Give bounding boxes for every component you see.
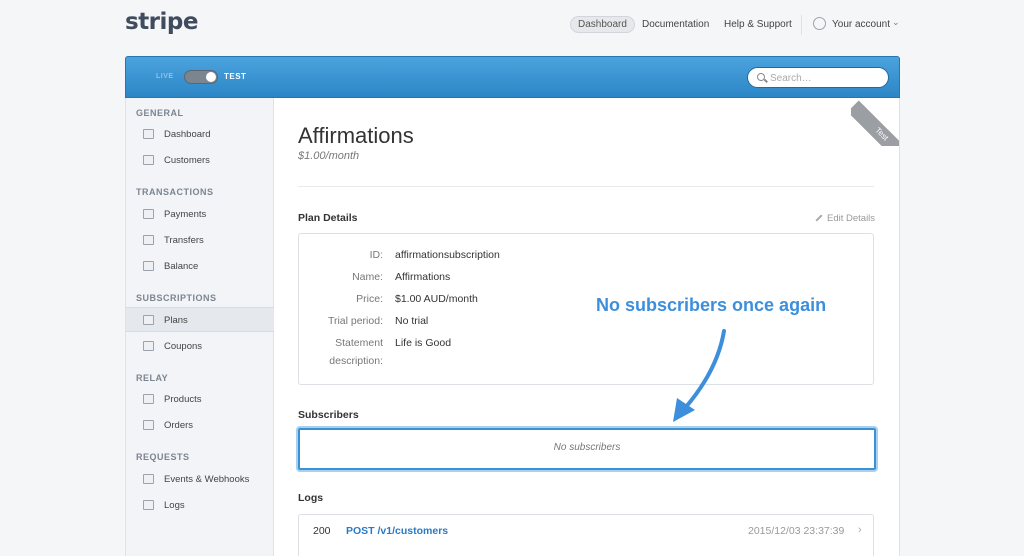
- sidebar-item-transfers[interactable]: Transfers: [126, 228, 274, 253]
- nav-help-link[interactable]: Help & Support: [724, 18, 792, 32]
- dashboard-icon: [143, 129, 154, 139]
- plans-icon: [143, 315, 154, 325]
- logs-heading: Logs: [298, 492, 324, 504]
- logs-icon: [143, 500, 154, 510]
- subscribers-heading: Subscribers: [298, 409, 359, 421]
- live-test-toggle[interactable]: [184, 70, 218, 84]
- sidebar-item-label: Products: [164, 394, 202, 405]
- nav-dashboard-link[interactable]: Dashboard: [570, 16, 635, 33]
- sidebar-header-general: GENERAL: [136, 108, 184, 118]
- sidebar-item-customers[interactable]: Customers: [126, 148, 274, 173]
- sidebar-item-label: Plans: [164, 315, 188, 326]
- top-nav: stripe Dashboard Documentation Help & Su…: [0, 0, 1024, 52]
- edit-details-link[interactable]: Edit Details: [815, 213, 875, 224]
- subscribers-box: No subscribers: [298, 428, 876, 470]
- plan-price-subtitle: $1.00/month: [298, 150, 360, 162]
- detail-label-price: Price:: [356, 293, 383, 305]
- search-icon: [757, 73, 765, 81]
- payments-icon: [143, 209, 154, 219]
- coupons-icon: [143, 341, 154, 351]
- log-row[interactable]: 200 POST /v1/customers 2015/12/03 23:37:…: [298, 514, 874, 556]
- sidebar-item-products[interactable]: Products: [126, 387, 274, 412]
- divider: [298, 186, 874, 187]
- sidebar-header-relay: RELAY: [136, 373, 169, 383]
- detail-value-price: $1.00 AUD/month: [395, 293, 478, 305]
- detail-label-trial: Trial period:: [327, 315, 383, 327]
- mode-toolbar: LIVE TEST: [125, 56, 900, 98]
- products-icon: [143, 394, 154, 404]
- sidebar-item-label: Events & Webhooks: [164, 474, 250, 485]
- transfers-icon: [143, 235, 154, 245]
- detail-label-id: ID:: [369, 249, 383, 261]
- search-input[interactable]: [770, 71, 880, 85]
- sidebar-item-label: Logs: [164, 500, 185, 511]
- sidebar-item-balance[interactable]: Balance: [126, 254, 274, 279]
- live-mode-label[interactable]: LIVE: [156, 73, 174, 80]
- test-ribbon-label: Test: [851, 100, 899, 146]
- detail-value-id: affirmationsubscription: [395, 249, 500, 261]
- customers-icon: [143, 155, 154, 165]
- chevron-down-icon[interactable]: ⌄: [892, 17, 900, 28]
- sidebar-item-label: Balance: [164, 261, 199, 272]
- sidebar-item-logs[interactable]: Logs: [126, 493, 274, 518]
- detail-value-statement: Life is Good: [395, 337, 452, 349]
- sidebar-item-dashboard[interactable]: Dashboard: [126, 122, 274, 147]
- nav-divider: [801, 15, 802, 35]
- detail-label-name: Name:: [352, 271, 383, 283]
- annotation-text: No subscribers once again: [596, 295, 827, 315]
- sidebar-item-label: Orders: [164, 420, 194, 431]
- orders-icon: [143, 420, 154, 430]
- detail-value-trial: No trial: [395, 315, 429, 327]
- sidebar-item-coupons[interactable]: Coupons: [126, 334, 274, 359]
- search-box[interactable]: [747, 67, 889, 88]
- sidebar-header-transactions: TRANSACTIONS: [136, 187, 214, 197]
- nav-account-menu[interactable]: Your account: [832, 18, 890, 32]
- detail-value-name: Affirmations: [395, 271, 451, 283]
- toggle-knob[interactable]: [206, 72, 216, 82]
- sidebar-header-requests: REQUESTS: [136, 452, 190, 462]
- log-status: 200: [313, 525, 331, 537]
- detail-label-statement: Statement: [335, 337, 383, 349]
- annotation-arrow-icon: [673, 329, 726, 422]
- account-avatar-icon[interactable]: [813, 17, 826, 30]
- edit-details-label: Edit Details: [827, 213, 876, 224]
- sidebar-header-subscriptions: SUBSCRIPTIONS: [136, 293, 217, 303]
- plan-details-heading: Plan Details: [298, 212, 358, 224]
- page-title: Affirmations: [298, 123, 414, 148]
- balance-icon: [143, 261, 154, 271]
- sidebar-item-label: Coupons: [164, 341, 203, 352]
- detail-label-description: description:: [329, 355, 383, 367]
- nav-documentation-link[interactable]: Documentation: [642, 18, 709, 32]
- sidebar-item-orders[interactable]: Orders: [126, 413, 274, 438]
- main-content: Test Affirmations $1.00/month Plan Detai…: [274, 98, 900, 556]
- log-path-link[interactable]: POST /v1/customers: [346, 525, 448, 537]
- events-icon: [143, 474, 154, 484]
- sidebar-item-label: Dashboard: [164, 129, 211, 140]
- stripe-logo[interactable]: stripe: [125, 9, 198, 35]
- test-ribbon: Test: [851, 98, 899, 146]
- pencil-icon: [815, 214, 823, 223]
- sidebar-item-payments[interactable]: Payments: [126, 202, 274, 227]
- chevron-right-icon[interactable]: ›: [858, 524, 862, 536]
- test-mode-label[interactable]: TEST: [224, 72, 246, 81]
- sidebar-item-label: Transfers: [164, 235, 204, 246]
- sidebar-item-events-webhooks[interactable]: Events & Webhooks: [126, 467, 274, 492]
- log-timestamp: 2015/12/03 23:37:39: [748, 525, 845, 537]
- sidebar-item-label: Customers: [164, 155, 210, 166]
- sidebar-item-label: Payments: [164, 209, 207, 220]
- sidebar: GENERAL Dashboard Customers TRANSACTIONS…: [125, 98, 274, 556]
- subscribers-empty-text: No subscribers: [553, 442, 621, 453]
- sidebar-item-plans[interactable]: Plans: [126, 307, 274, 332]
